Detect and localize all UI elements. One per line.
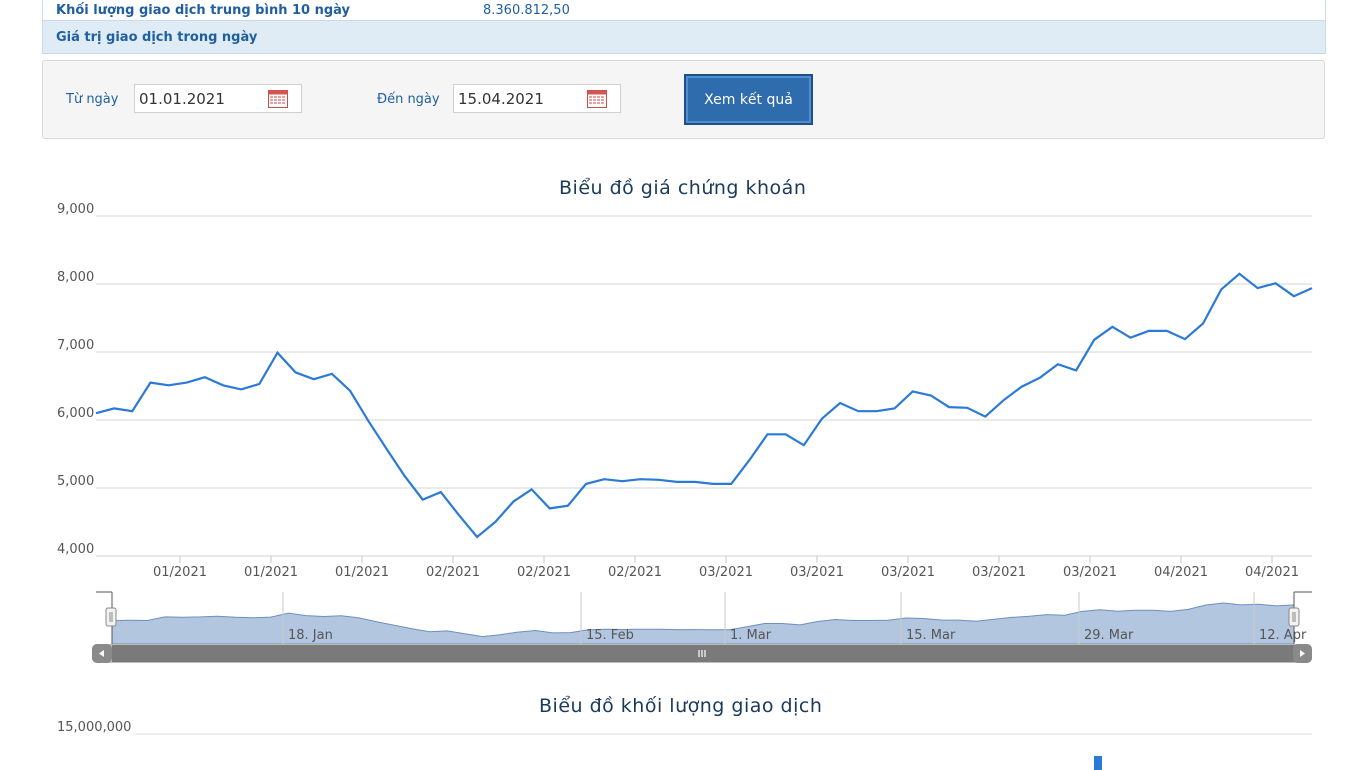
y-tick-label: 8,000 [57,270,94,285]
avg-volume-row: Khối lượng giao dịch trung bình 10 ngày … [43,0,1325,21]
navigator-label: 18. Jan [288,628,333,643]
navigator-scrollbar[interactable] [92,644,1312,663]
to-date-input[interactable]: 15.04.2021 [453,84,621,113]
navigator-label: 29. Mar [1084,628,1134,643]
x-tick-label: 03/2021 [1063,565,1117,580]
y-tick-label: 5,000 [57,474,94,489]
from-date-value[interactable]: 01.01.2021 [135,90,268,108]
to-date-label: Đến ngày [377,92,440,107]
y-tick-label: 4,000 [57,542,94,557]
price-line [95,272,1313,539]
y-tick-label: 7,000 [57,338,94,353]
x-tick-label: 01/2021 [244,565,298,580]
x-tick-label: 04/2021 [1245,565,1299,580]
date-filter-panel: Từ ngày 01.01.2021 Đến ngày 15.04.2021 X… [42,60,1325,139]
calendar-icon[interactable] [268,89,288,108]
price-chart: 9,000 8,000 7,000 6,000 5,000 4,000 01/2021 01… [57,202,1313,663]
navigator-label: 1. Mar [730,628,772,643]
x-tick-label: 03/2021 [881,565,935,580]
x-tick-label: 02/2021 [608,565,662,580]
y-tick-label: 6,000 [57,406,94,421]
avg-volume-label: Khối lượng giao dịch trung bình 10 ngày [56,2,350,18]
x-tick-label: 01/2021 [335,565,389,580]
navigator-label: 15. Feb [586,628,634,643]
navigator-left-handle[interactable] [105,607,117,627]
navigator-right-handle[interactable] [1288,607,1300,627]
from-date-label: Từ ngày [66,92,119,107]
y-tick-label: 9,000 [57,202,94,217]
calendar-icon[interactable] [587,89,607,108]
volume-chart: 15,000,000 [57,720,1312,770]
x-tick-label: 03/2021 [790,565,844,580]
volume-bar [1094,756,1102,770]
x-tick-label: 02/2021 [426,565,480,580]
range-navigator[interactable]: 18. Jan 15. Feb 1. Mar 15. Mar 29. Mar 12. Ap… [96,591,1312,645]
navigator-label: 15. Mar [906,628,956,643]
x-tick-label: 04/2021 [1154,565,1208,580]
x-tick-label: 02/2021 [517,565,571,580]
avg-volume-value: 8.360.812,50 [483,2,570,18]
x-tick-label: 01/2021 [153,565,207,580]
volume-y-tick: 15,000,000 [57,720,131,735]
navigator-label: 12. Apr [1259,628,1307,643]
from-date-input[interactable]: 01.01.2021 [134,84,302,113]
view-results-button[interactable]: Xem kết quả [684,74,813,125]
to-date-value[interactable]: 15.04.2021 [454,90,587,108]
x-tick-label: 03/2021 [699,565,753,580]
day-value-row: Giá trị giao dịch trong ngày [43,21,1325,53]
x-tick-label: 03/2021 [972,565,1026,580]
day-value-label: Giá trị giao dịch trong ngày [56,29,258,45]
stock-info-table: Khối lượng giao dịch trung bình 10 ngày … [42,0,1326,54]
